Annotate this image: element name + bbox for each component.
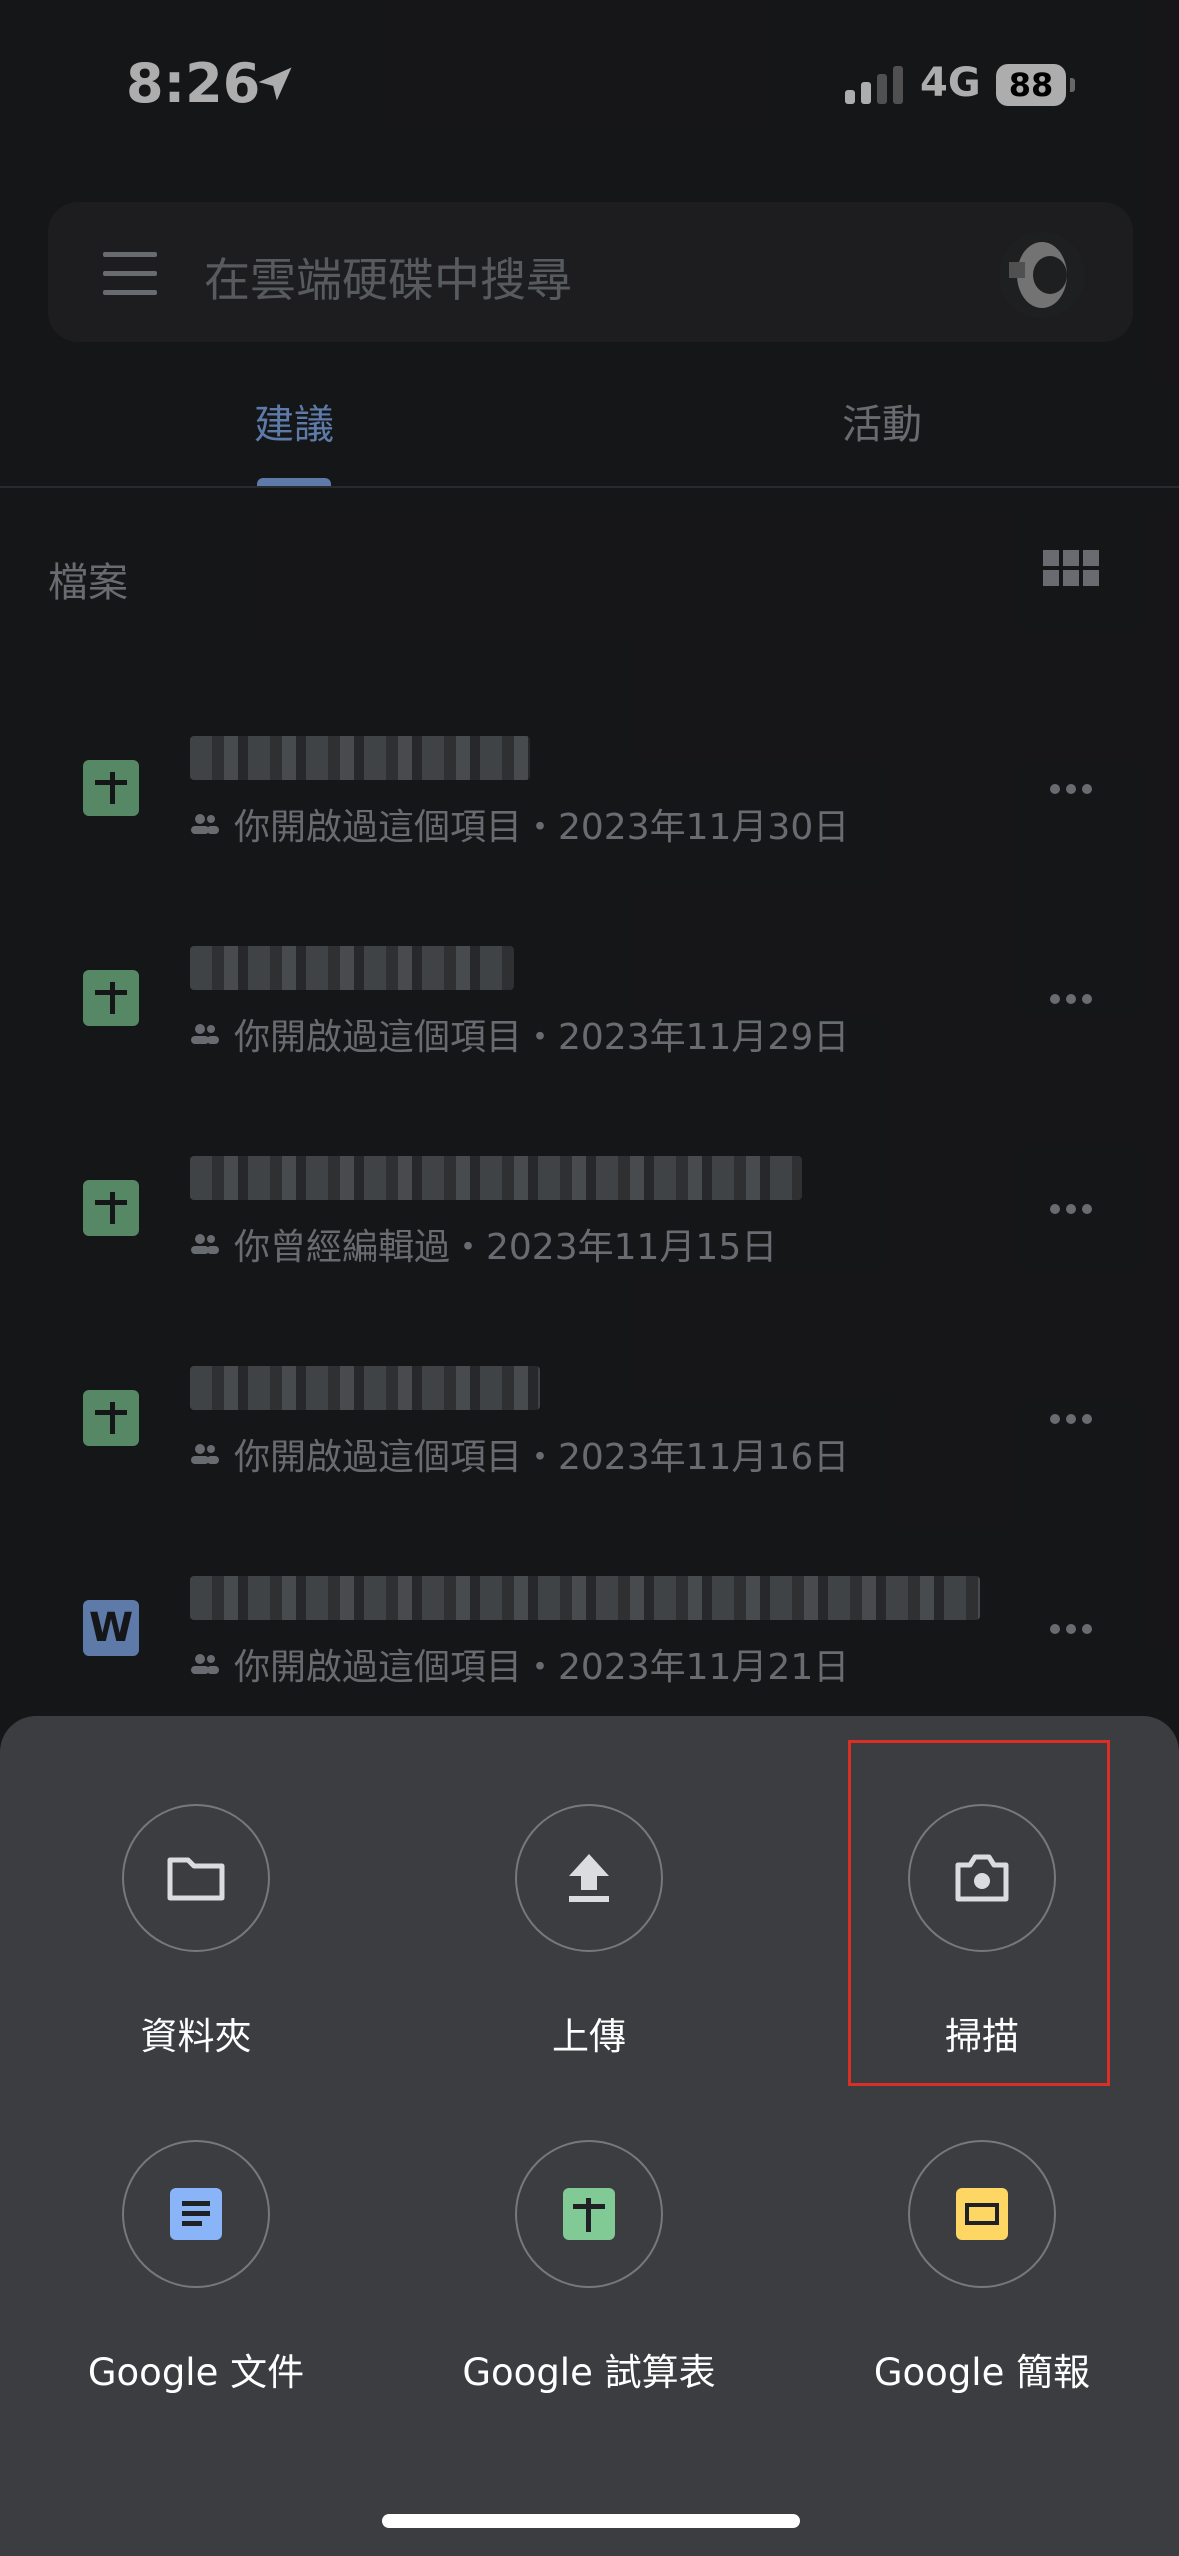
action-circle [908,2140,1056,2288]
action-circle [515,2140,663,2288]
google-sheets-button[interactable]: Google 試算表 [439,2140,739,2396]
action-circle [122,2140,270,2288]
folder-icon [167,1857,225,1901]
upload-icon [569,1854,609,1902]
action-label: Google 簡報 [873,2351,1091,2394]
upload-button[interactable]: 上傳 [439,1804,739,2060]
google-slides-button[interactable]: Google 簡報 [832,2140,1132,2396]
action-circle [122,1804,270,1952]
action-label: Google 試算表 [462,2351,716,2394]
action-label: 上傳 [552,2015,626,2058]
action-label: 資料夾 [140,2015,252,2058]
annotation-highlight-box [848,1740,1110,2086]
google-docs-button[interactable]: Google 文件 [46,2140,346,2396]
home-indicator[interactable] [382,2514,800,2528]
google-docs-icon [170,2188,222,2240]
action-label: Google 文件 [87,2351,305,2394]
new-folder-button[interactable]: 資料夾 [46,1804,346,2060]
google-sheets-icon [563,2188,615,2240]
action-circle [515,1804,663,1952]
google-slides-icon [956,2188,1008,2240]
